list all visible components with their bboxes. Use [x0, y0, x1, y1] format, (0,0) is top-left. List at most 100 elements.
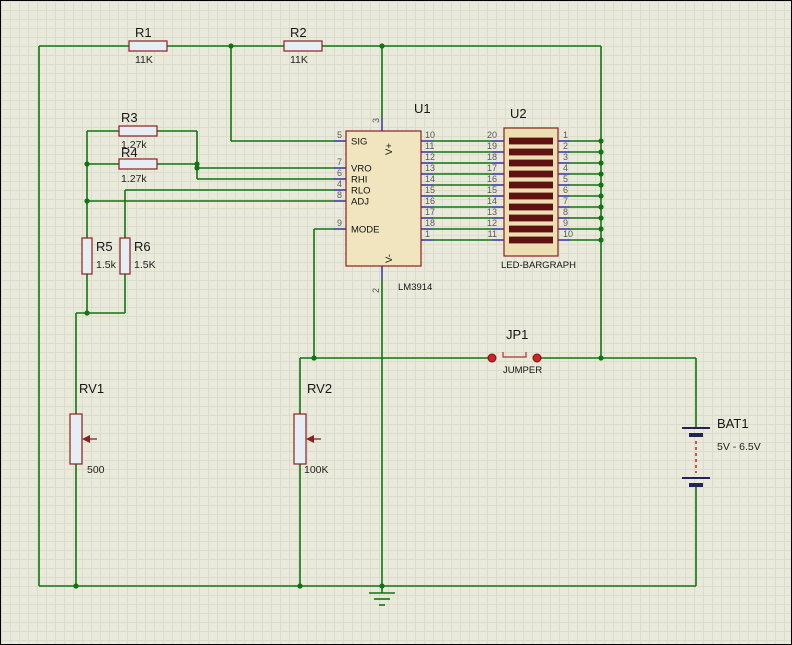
r5-resistor-body[interactable]	[81, 237, 93, 275]
led-bar	[509, 214, 553, 222]
junction-dot	[311, 355, 317, 361]
component-r4[interactable]: R4 1.27k	[118, 145, 158, 185]
u2-part-label: LED-BARGRAPH	[501, 260, 576, 271]
rv1-ref-label: RV1	[79, 381, 104, 396]
junction-dot	[297, 583, 303, 589]
r1-value-label: 11K	[135, 54, 153, 66]
rv2-pot-body[interactable]	[293, 413, 307, 465]
u2-ref-label: U2	[510, 106, 527, 121]
junction-dot	[598, 226, 604, 232]
u1-left-pin-number: 4	[337, 179, 342, 189]
component-r6[interactable]: R6 1.5K	[119, 237, 156, 275]
r2-ref-label: R2	[290, 25, 307, 40]
schematic-canvas: R1 11K R2 11K R3 1.27k R4 1.27k R5 1.5k …	[0, 0, 792, 645]
u2-left-pin-number: 12	[487, 218, 497, 228]
u1-pin-name: SIG	[351, 137, 367, 148]
u1-ref-label: U1	[414, 101, 431, 116]
component-u1[interactable]: U1 LM3914 3 V+ 2 V- 10111213141516171815…	[337, 101, 435, 293]
jp1-pin-left[interactable]	[487, 353, 497, 363]
jp1-ref-label: JP1	[506, 327, 528, 342]
jp1-bracket	[502, 352, 527, 358]
u1-right-pin-number: 18	[425, 218, 435, 228]
u1-right-pin-number: 14	[425, 174, 435, 184]
ground-symbol[interactable]	[369, 586, 395, 606]
u2-left-pin-number: 11	[488, 229, 497, 239]
u1-left-pin-number: 6	[337, 168, 342, 178]
led-bar	[509, 225, 553, 233]
led-bar	[509, 192, 553, 200]
led-bar	[509, 137, 553, 145]
u1-pin-name: VRO	[351, 164, 372, 175]
r4-ref-label: R4	[121, 145, 138, 160]
junction-dot	[598, 182, 604, 188]
u1-right-pin-number: 11	[425, 141, 434, 151]
junction-dot	[598, 149, 604, 155]
u1-right-pin-number: 13	[425, 163, 435, 173]
bat1-ref-label: BAT1	[717, 416, 749, 431]
rv2-wiper-arrowhead	[306, 435, 314, 443]
u1-top-pin-name: V+	[384, 143, 395, 155]
u1-right-pin-number: 17	[425, 207, 435, 217]
rv1-wiper-arrowhead	[82, 435, 90, 443]
r2-value-label: 11K	[290, 54, 308, 66]
component-bat1[interactable]: BAT1 5V - 6.5V	[682, 416, 761, 487]
rv1-pot-body[interactable]	[69, 413, 83, 465]
u1-right-pin-number: 10	[425, 130, 435, 140]
u2-right-pin-number: 6	[563, 185, 568, 195]
u2-left-pin-number: 17	[487, 163, 497, 173]
junction-dot	[73, 583, 79, 589]
u2-left-pin-number: 16	[487, 174, 497, 184]
r1-resistor-body[interactable]	[128, 40, 168, 52]
u1-left-pin-number: 7	[337, 157, 342, 167]
u2-left-pin-number: 15	[487, 185, 497, 195]
led-bar	[509, 159, 553, 167]
junction-dot	[598, 160, 604, 166]
r3-resistor-body[interactable]	[118, 125, 158, 137]
component-r1[interactable]: R1 11K	[128, 25, 168, 66]
component-jp1[interactable]: JP1 JUMPER	[487, 327, 542, 376]
u1-pin-name: MODE	[351, 225, 380, 236]
junction-dot	[598, 193, 604, 199]
r3-ref-label: R3	[121, 110, 138, 125]
u2-left-pin-number: 14	[487, 196, 497, 206]
junction-dot	[598, 215, 604, 221]
component-u2[interactable]: 20 1 19 2 18 3 17 4 16 5 15 6 14 7 13 8 12 9 11 10 U2 LED-B…	[487, 106, 576, 271]
junction-dot	[379, 43, 385, 49]
u2-right-pin-number: 5	[563, 174, 568, 184]
component-r2[interactable]: R2 11K	[283, 25, 323, 66]
u2-left-pin-number: 19	[487, 141, 497, 151]
r6-value-label: 1.5K	[134, 259, 156, 271]
bat1-value-label: 5V - 6.5V	[717, 441, 761, 453]
u1-bottom-pin-name: V-	[384, 254, 395, 263]
junction-dot	[84, 161, 90, 167]
led-bar	[509, 181, 553, 189]
u2-left-pin-number: 13	[487, 207, 497, 217]
junction-dot	[598, 138, 604, 144]
u2-right-pin-number: 4	[563, 163, 568, 173]
led-bar	[509, 203, 553, 211]
r4-value-label: 1.27k	[121, 173, 147, 185]
u1-bottom-pin-number: 2	[371, 288, 381, 293]
u1-right-pin-number: 15	[425, 185, 435, 195]
wire-layer	[38, 43, 697, 589]
rv2-ref-label: RV2	[307, 381, 332, 396]
junction-dot	[194, 165, 200, 171]
r2-resistor-body[interactable]	[283, 40, 323, 52]
junction-dot	[598, 204, 604, 210]
jp1-pin-right[interactable]	[532, 353, 542, 363]
rv1-value-label: 500	[87, 464, 105, 476]
r4-resistor-body[interactable]	[118, 158, 158, 170]
u1-left-pin-number: 8	[337, 190, 342, 200]
u1-left-pin-number: 9	[337, 218, 342, 228]
u2-right-pin-number: 10	[563, 229, 573, 239]
u1-pin-name: ADJ	[351, 197, 369, 208]
u2-left-pin-number: 20	[487, 130, 497, 140]
r6-resistor-body[interactable]	[119, 237, 131, 275]
led-bar	[509, 236, 553, 244]
r1-ref-label: R1	[135, 25, 152, 40]
schematic-svg: R1 11K R2 11K R3 1.27k R4 1.27k R5 1.5k …	[38, 25, 761, 606]
u2-right-pin-number: 9	[563, 218, 568, 228]
u1-top-pin-number: 3	[371, 118, 381, 123]
component-r5[interactable]: R5 1.5k	[81, 237, 117, 275]
u2-left-pin-number: 18	[487, 152, 497, 162]
